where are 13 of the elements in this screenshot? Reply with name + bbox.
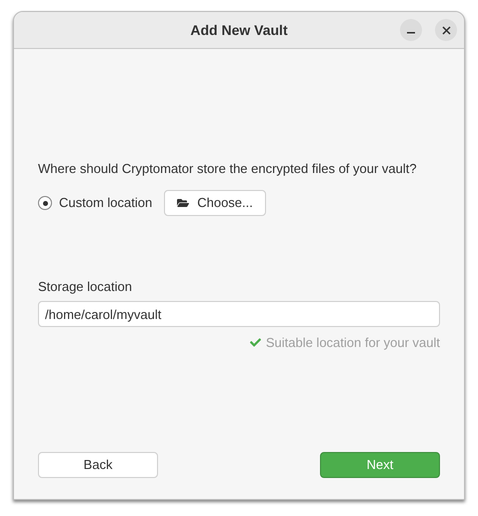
custom-location-radio[interactable]: Custom location xyxy=(38,193,152,213)
storage-location-label: Storage location xyxy=(38,278,132,296)
storage-location-field[interactable]: /home/carol/myvault xyxy=(38,301,440,327)
minimize-icon xyxy=(407,32,415,34)
choose-button[interactable]: Choose... xyxy=(164,190,266,216)
question-text: Where should Cryptomator store the encrypted files of your vault? xyxy=(38,160,418,178)
back-button[interactable]: Back xyxy=(38,452,158,478)
folder-icon xyxy=(177,197,190,209)
validation-text: Suitable location for your vault xyxy=(266,334,440,352)
close-button[interactable] xyxy=(435,19,457,41)
close-icon xyxy=(442,26,450,34)
window-title: Add New Vault xyxy=(190,20,288,40)
minimize-button[interactable] xyxy=(400,19,422,41)
